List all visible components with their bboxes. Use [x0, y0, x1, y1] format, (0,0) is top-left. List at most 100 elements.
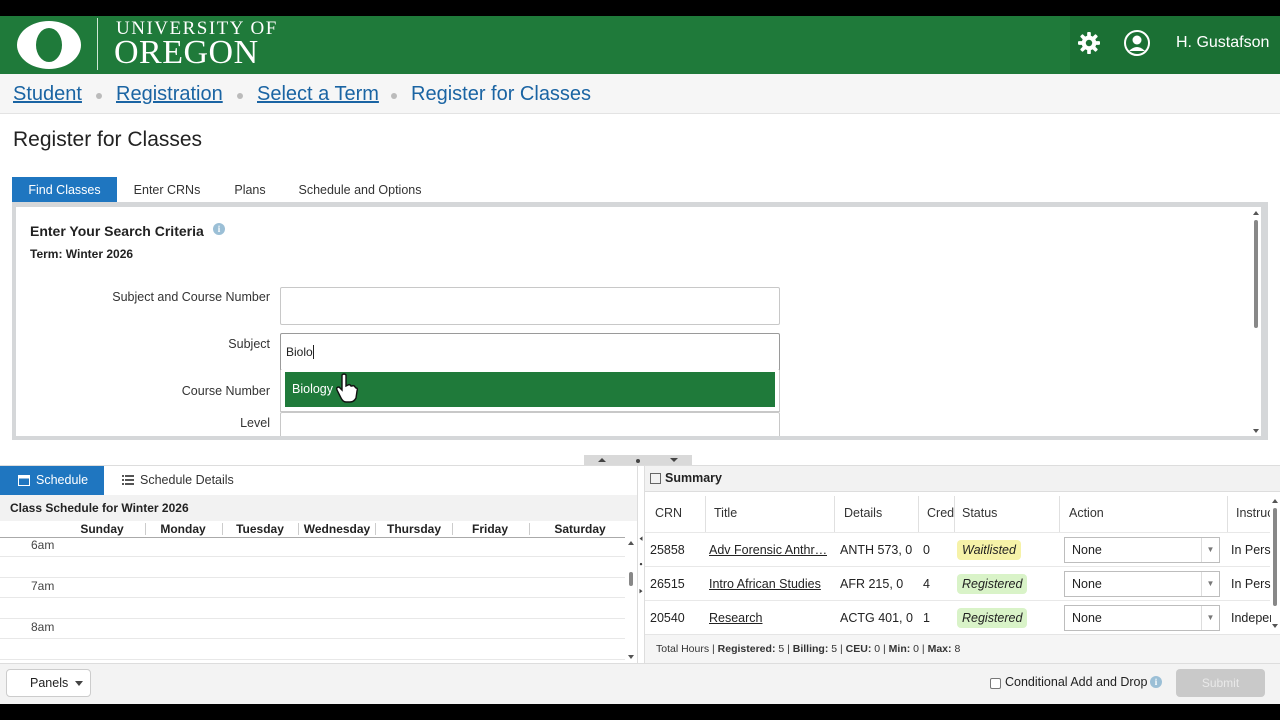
tab-schedule[interactable]: Schedule	[0, 466, 104, 495]
vertical-splitter[interactable]	[637, 466, 645, 663]
breadcrumb-separator	[96, 93, 102, 99]
schedule-pane: Schedule Schedule Details Class Schedule…	[0, 466, 637, 663]
schedule-grid-line	[0, 638, 625, 639]
oregon-o-logo-icon[interactable]	[16, 20, 82, 70]
bottom-black-bar	[0, 704, 1280, 720]
dropdown-option-biology[interactable]: Biology	[285, 372, 775, 407]
page-title: Register for Classes	[13, 128, 203, 151]
conditional-add-drop-label[interactable]: Conditional Add and Drop	[1005, 675, 1147, 689]
action-select[interactable]: None ▼	[1064, 537, 1220, 563]
column-separator	[834, 496, 835, 532]
summary-scrollbar[interactable]	[1270, 496, 1280, 631]
tab-schedule-options[interactable]: Schedule and Options	[292, 177, 428, 204]
info-icon[interactable]: i	[1150, 676, 1162, 688]
tab-plans[interactable]: Plans	[226, 177, 274, 204]
row-details: ACTG 401, 0	[840, 611, 913, 625]
schedule-grid-line	[0, 597, 625, 598]
subject-input-value: Biolo	[286, 345, 313, 359]
chevron-down-icon: ▼	[1201, 538, 1219, 562]
column-header-crn[interactable]: CRN	[655, 506, 682, 520]
level-select[interactable]	[280, 412, 780, 436]
row-details: ANTH 573, 0	[840, 543, 913, 557]
status-badge: Waitlisted	[957, 540, 1021, 560]
bottom-bar: Panels Conditional Add and Drop i Submit	[0, 663, 1280, 704]
panels-button[interactable]: Panels	[6, 669, 91, 697]
gear-icon[interactable]	[1078, 32, 1100, 54]
day-thursday: Thursday	[386, 522, 441, 536]
billing-value: 5	[831, 643, 838, 655]
row-title-link[interactable]: Intro African Studies	[709, 577, 827, 591]
min-value: 0	[913, 643, 920, 655]
column-separator	[1227, 496, 1228, 532]
day-separator	[529, 523, 530, 535]
breadcrumb-student-link[interactable]: Student	[13, 83, 82, 106]
subject-course-input[interactable]	[280, 287, 780, 325]
subject-label: Subject	[228, 337, 270, 351]
column-header-instruction[interactable]: Instruc	[1236, 506, 1270, 520]
tab-enter-crns[interactable]: Enter CRNs	[127, 177, 207, 204]
max-label: Max:	[927, 643, 952, 655]
breadcrumb-registration-link[interactable]: Registration	[116, 83, 223, 106]
breadcrumb-current: Register for Classes	[411, 83, 592, 105]
tab-schedule-details[interactable]: Schedule Details	[140, 466, 234, 495]
action-select[interactable]: None ▼	[1064, 571, 1220, 597]
breadcrumb-separator	[237, 93, 243, 99]
info-icon[interactable]: i	[213, 223, 225, 235]
column-header-status[interactable]: Status	[962, 506, 997, 520]
schedule-scrollbar[interactable]	[625, 538, 637, 663]
column-separator	[954, 496, 955, 532]
column-separator	[1059, 496, 1060, 532]
submit-button[interactable]: Submit	[1176, 669, 1265, 697]
tab-schedule-label: Schedule	[36, 473, 89, 487]
column-header-details[interactable]: Details	[844, 506, 882, 520]
action-select-value: None	[1072, 577, 1102, 591]
splitter-handle[interactable]	[584, 455, 692, 465]
chevron-down-icon: ▼	[1201, 606, 1219, 630]
tab-find-classes[interactable]: Find Classes	[12, 177, 117, 204]
registered-value: 5	[778, 643, 785, 655]
action-select-value: None	[1072, 543, 1102, 557]
total-hours-text: Total Hours | Registered: 5 | Billing: 5…	[656, 643, 961, 655]
breadcrumb-select-term-link[interactable]: Select a Term	[257, 83, 379, 106]
days-header: Sunday Monday Tuesday Wednesday Thursday…	[0, 521, 625, 538]
row-crn: 26515	[650, 577, 685, 591]
app-window: UNIVERSITY OF OREGON H. Gustafson Studen…	[0, 0, 1280, 720]
time-6am: 6am	[31, 538, 55, 552]
subject-input[interactable]: Biolo	[280, 333, 780, 371]
user-circle-icon[interactable]	[1124, 30, 1150, 56]
breadcrumb: Student Registration Select a Term Regis…	[0, 74, 1280, 114]
row-title-link[interactable]: Adv Forensic Anthr…	[709, 543, 827, 557]
schedule-grid-line	[0, 659, 625, 660]
column-header-credits[interactable]: Cred	[927, 506, 954, 520]
column-header-title[interactable]: Title	[714, 506, 737, 520]
row-instruction: In Perso	[1231, 577, 1271, 591]
row-credits: 0	[923, 543, 930, 557]
day-wednesday: Wednesday	[303, 522, 371, 536]
schedule-header: Class Schedule for Winter 2026	[0, 495, 637, 521]
action-select[interactable]: None ▼	[1064, 605, 1220, 631]
user-name-link[interactable]: H. Gustafson	[1176, 34, 1269, 52]
schedule-grid-line	[0, 556, 625, 557]
row-divider	[645, 600, 1270, 601]
day-saturday: Saturday	[554, 522, 606, 536]
conditional-add-drop-checkbox[interactable]	[990, 678, 1001, 689]
summary-header: Summary	[645, 466, 1280, 492]
search-panel-scrollbar[interactable]	[1250, 208, 1262, 436]
time-7am: 7am	[31, 579, 55, 593]
action-select-value: None	[1072, 611, 1102, 625]
column-header-action[interactable]: Action	[1069, 506, 1104, 520]
total-hours-label: Total Hours |	[656, 643, 715, 655]
day-monday: Monday	[160, 522, 206, 536]
text-caret	[312, 345, 314, 359]
row-divider	[645, 566, 1270, 567]
status-badge: Registered	[957, 608, 1028, 628]
ceu-label: CEU:	[845, 643, 872, 655]
hand-cursor-icon	[336, 373, 358, 403]
schedule-title: Class Schedule for Winter 2026	[10, 501, 189, 515]
status-badge: Registered	[957, 574, 1028, 594]
registered-label: Registered:	[717, 643, 776, 655]
row-credits: 4	[923, 577, 930, 591]
row-title-link[interactable]: Research	[709, 611, 827, 625]
site-header: UNIVERSITY OF OREGON H. Gustafson	[0, 16, 1280, 74]
schedule-grid-line	[0, 577, 625, 578]
